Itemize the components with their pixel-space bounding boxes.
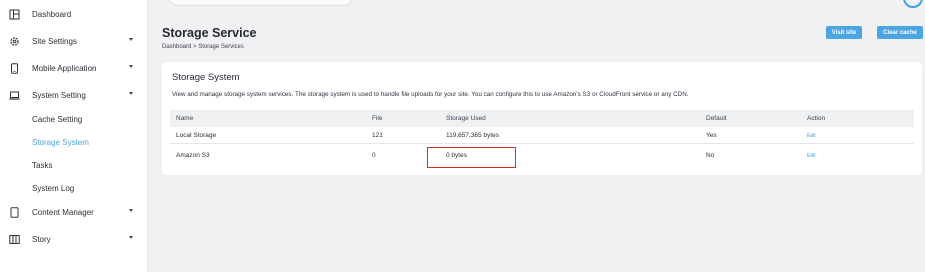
cell-default: Yes	[706, 132, 717, 139]
sidebar-item-system-log[interactable]: System Log	[0, 177, 148, 199]
chevron-down-icon	[129, 236, 133, 239]
sidebar-item-label: Dashboard	[32, 9, 72, 19]
columns-icon	[9, 234, 20, 245]
visit-site-button[interactable]: Visit site	[826, 26, 862, 39]
storage-system-card: Storage System View and manage storage s…	[162, 62, 922, 175]
cell-name: Local Storage	[176, 132, 217, 139]
sidebar-item-content-manager[interactable]: Content Manager	[0, 201, 148, 223]
column-header-file: File	[372, 115, 383, 122]
column-header-action: Action	[807, 115, 826, 122]
card-description: View and manage storage system services.…	[172, 91, 689, 98]
breadcrumb[interactable]: Dashboard > Storage Services	[162, 44, 244, 50]
table-row: Amazon S3 0 0 bytes No Edit	[170, 147, 914, 164]
sidebar-item-dashboard[interactable]: Dashboard	[0, 3, 148, 25]
chevron-down-icon	[129, 92, 133, 95]
sidebar-item-label: Site Settings	[32, 36, 77, 46]
sidebar-item-label: Mobile Application	[32, 63, 97, 73]
dashboard-icon	[9, 9, 20, 20]
sidebar-item-label: Story	[32, 234, 51, 244]
sidebar-item-storage-system[interactable]: Storage System	[0, 131, 148, 153]
sidebar: Dashboard Site Settings Mobile Applicati…	[0, 0, 148, 272]
sidebar-item-label: System Log	[32, 183, 75, 193]
mobile-icon	[9, 62, 20, 74]
sidebar-item-label: Content Manager	[32, 207, 94, 217]
sidebar-item-label: Storage System	[32, 137, 89, 147]
edit-link[interactable]: Edit	[807, 147, 816, 164]
sidebar-item-label: Cache Setting	[32, 114, 83, 124]
table-row: Local Storage 121 119,657,365 bytes Yes …	[170, 127, 914, 144]
table-header: Name File Storage Used Default Action	[170, 110, 914, 127]
highlight-annotation	[427, 147, 516, 168]
search-bar[interactable]	[168, 0, 353, 6]
gear-icon	[9, 36, 20, 47]
cell-file: 121	[372, 132, 383, 139]
user-avatar[interactable]	[903, 0, 923, 8]
cell-storage-used: 119,657,365 bytes	[446, 132, 500, 139]
chevron-down-icon	[129, 209, 133, 212]
edit-link[interactable]: Edit	[807, 127, 816, 144]
sidebar-item-system-setting[interactable]: System Setting	[0, 84, 148, 106]
sidebar-item-label: System Setting	[32, 90, 86, 100]
sidebar-item-site-settings[interactable]: Site Settings	[0, 30, 148, 52]
sidebar-item-cache-setting[interactable]: Cache Setting	[0, 108, 148, 130]
cell-default: No	[706, 152, 715, 159]
clear-cache-button[interactable]: Clear cache	[877, 26, 923, 39]
cell-file: 0	[372, 152, 376, 159]
sidebar-item-mobile-application[interactable]: Mobile Application	[0, 57, 148, 79]
laptop-icon	[9, 90, 20, 101]
sidebar-item-tasks[interactable]: Tasks	[0, 154, 148, 176]
tablet-icon	[9, 206, 20, 218]
sidebar-item-story[interactable]: Story	[0, 228, 148, 250]
column-header-name: Name	[176, 115, 194, 122]
chevron-down-icon	[129, 38, 133, 41]
card-title: Storage System	[172, 72, 240, 83]
page-title: Storage Service	[162, 26, 257, 40]
column-header-default: Default	[706, 115, 727, 122]
sidebar-item-label: Tasks	[32, 160, 53, 170]
column-header-storage-used: Storage Used	[446, 115, 486, 122]
chevron-down-icon	[129, 65, 133, 68]
cell-name: Amazon S3	[176, 152, 210, 159]
